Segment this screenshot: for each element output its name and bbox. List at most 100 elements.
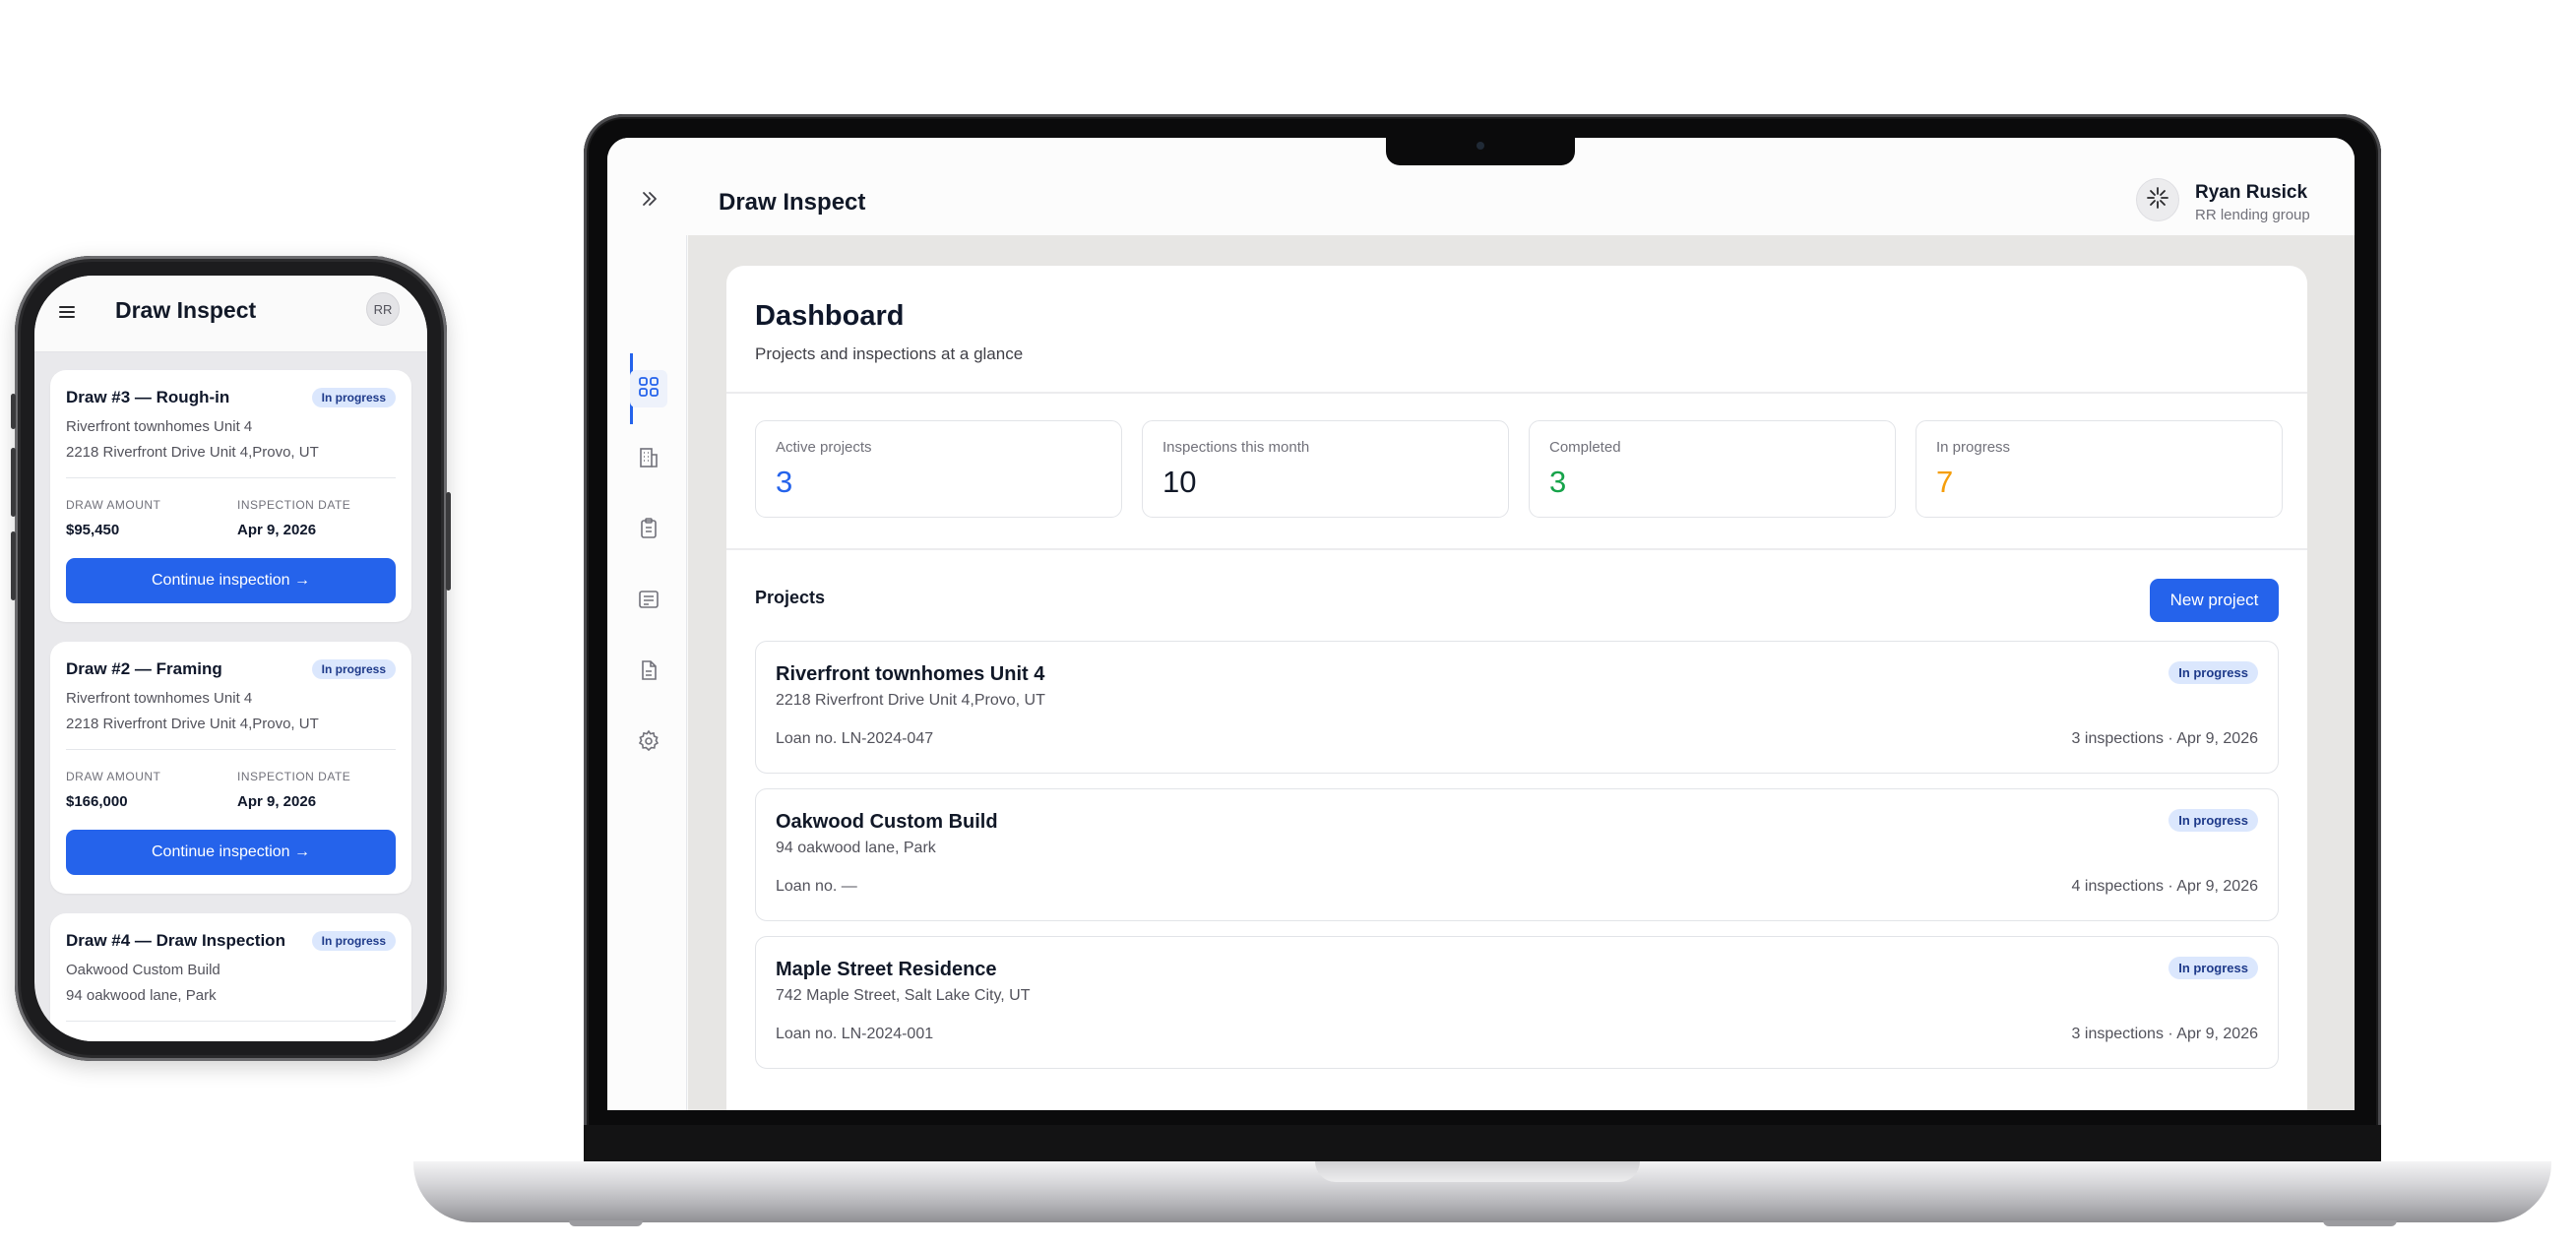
draw-project: Oakwood Custom Build [66, 962, 220, 978]
phone-volume-down-button [11, 531, 16, 600]
draw-amount-label: DRAW AMOUNT [66, 498, 161, 512]
phone-volume-up-button [11, 448, 16, 517]
app-title: Draw Inspect [719, 189, 866, 216]
project-loan: Loan no. — [776, 878, 857, 895]
sidebar-item-settings[interactable] [630, 724, 667, 762]
sidebar-item-draws[interactable] [630, 583, 667, 620]
draw-title: Draw #3 — Rough-in [66, 388, 230, 406]
clipboard-icon [637, 517, 660, 545]
inspection-date-label: INSPECTION DATE [237, 770, 351, 783]
mobile-avatar[interactable]: RR [366, 292, 400, 326]
phone-side-button [446, 492, 451, 591]
project-address: 2218 Riverfront Drive Unit 4,Provo, UT [776, 692, 1045, 709]
project-loan: Loan no. LN-2024-001 [776, 1026, 934, 1042]
project-meta: 3 inspections · Apr 9, 2026 [2071, 730, 2258, 747]
dashboard-card: Dashboard Projects and inspections at a … [726, 266, 2307, 1110]
status-badge: In progress [311, 388, 396, 407]
status-badge: In progress [2168, 957, 2258, 979]
stat-label: In progress [1936, 439, 2011, 456]
laptop-notch [1386, 136, 1575, 165]
laptop-foot [569, 1220, 643, 1226]
stat-value: 3 [776, 465, 793, 499]
project-meta: 3 inspections · Apr 9, 2026 [2071, 1026, 2258, 1042]
mobile-app-title: Draw Inspect [115, 297, 257, 323]
laptop-foot [2323, 1220, 2397, 1226]
dashboard-icon [637, 375, 660, 404]
divider [66, 749, 396, 750]
project-name: Maple Street Residence [776, 959, 997, 980]
status-badge: In progress [311, 931, 396, 951]
user-org: RR lending group [2195, 207, 2310, 223]
project-address: 94 oakwood lane, Park [776, 840, 936, 856]
stat-value: 10 [1162, 465, 1197, 499]
draw-project: Riverfront townhomes Unit 4 [66, 418, 253, 435]
project-loan: Loan no. LN-2024-047 [776, 730, 934, 747]
continue-inspection-button[interactable]: Continue inspection → [66, 558, 396, 603]
status-badge: In progress [2168, 661, 2258, 684]
draw-title: Draw #2 — Framing [66, 659, 222, 678]
draw-card: Draw #4 — Draw Inspection In progress Oa… [50, 913, 411, 1041]
project-address: 742 Maple Street, Salt Lake City, UT [776, 987, 1031, 1004]
divider [66, 477, 396, 478]
page-title: Dashboard [755, 300, 905, 332]
sunburst-logo-icon [2146, 186, 2169, 215]
divider [66, 1021, 396, 1022]
hamburger-menu-icon[interactable] [56, 301, 78, 323]
draw-amount-value: $166,000 [66, 793, 128, 810]
stat-value: 7 [1936, 465, 1954, 499]
user-name: Ryan Rusick [2195, 182, 2308, 203]
sidebar-item-projects[interactable] [630, 441, 667, 478]
stat-completed: Completed 3 [1529, 420, 1896, 518]
draw-card: Draw #2 — Framing In progress Riverfront… [50, 642, 411, 894]
divider [726, 392, 2307, 394]
project-name: Riverfront townhomes Unit 4 [776, 663, 1045, 685]
draw-amount-value: $95,450 [66, 522, 120, 538]
phone-action-button [11, 394, 16, 429]
settings-icon [637, 729, 660, 758]
sidebar-item-reports[interactable] [630, 654, 667, 691]
continue-inspection-button[interactable]: Continue inspection → [66, 830, 396, 875]
inspection-date-label: INSPECTION DATE [237, 498, 351, 512]
expand-sidebar-icon[interactable] [640, 189, 660, 214]
mobile-header: Draw Inspect RR [34, 276, 427, 352]
projects-heading: Projects [755, 588, 826, 607]
document-icon [637, 658, 660, 687]
draw-address: 94 oakwood lane, Park [66, 987, 217, 1004]
draw-amount-label: DRAW AMOUNT [66, 770, 161, 783]
draw-project: Riverfront townhomes Unit 4 [66, 690, 253, 707]
draw-address: 2218 Riverfront Drive Unit 4,Provo, UT [66, 444, 319, 461]
stat-in-progress: In progress 7 [1916, 420, 2283, 518]
stat-value: 3 [1549, 465, 1567, 499]
project-name: Oakwood Custom Build [776, 811, 998, 833]
stat-inspections-this-month: Inspections this month 10 [1142, 420, 1509, 518]
phone-device: Draw Inspect RR Draw #3 — Rough-in In pr… [11, 256, 451, 1061]
status-badge: In progress [311, 659, 396, 679]
building-icon [637, 446, 660, 474]
sidebar [607, 235, 687, 1110]
sidebar-item-dashboard[interactable] [630, 370, 667, 407]
project-meta: 4 inspections · Apr 9, 2026 [2071, 878, 2258, 895]
divider [726, 548, 2307, 550]
phone-screen: Draw Inspect RR Draw #3 — Rough-in In pr… [34, 276, 427, 1041]
list-icon [637, 588, 660, 616]
inspection-date-value: Apr 9, 2026 [237, 522, 317, 538]
inspection-date-value: Apr 9, 2026 [237, 793, 317, 810]
project-row[interactable]: Maple Street Residence 742 Maple Street,… [755, 936, 2279, 1069]
camera-icon [1476, 142, 1484, 150]
new-project-button[interactable]: New project [2150, 579, 2279, 622]
stat-label: Completed [1549, 439, 1621, 456]
stat-active-projects: Active projects 3 [755, 420, 1122, 518]
laptop-screen: Draw Inspect Ryan Rusick RR lending grou… [607, 138, 2355, 1110]
laptop-opening-lip [1315, 1161, 1640, 1182]
project-row[interactable]: Riverfront townhomes Unit 4 2218 Riverfr… [755, 641, 2279, 774]
user-avatar[interactable] [2136, 178, 2179, 221]
sidebar-item-inspections[interactable] [630, 512, 667, 549]
status-badge: In progress [2168, 809, 2258, 832]
draw-card: Draw #3 — Rough-in In progress Riverfron… [50, 370, 411, 622]
draw-address: 2218 Riverfront Drive Unit 4,Provo, UT [66, 716, 319, 732]
draw-title: Draw #4 — Draw Inspection [66, 931, 285, 950]
main-content: Dashboard Projects and inspections at a … [688, 235, 2355, 1110]
page-subtitle: Projects and inspections at a glance [755, 344, 1024, 363]
project-row[interactable]: Oakwood Custom Build 94 oakwood lane, Pa… [755, 788, 2279, 921]
stat-label: Inspections this month [1162, 439, 1310, 456]
